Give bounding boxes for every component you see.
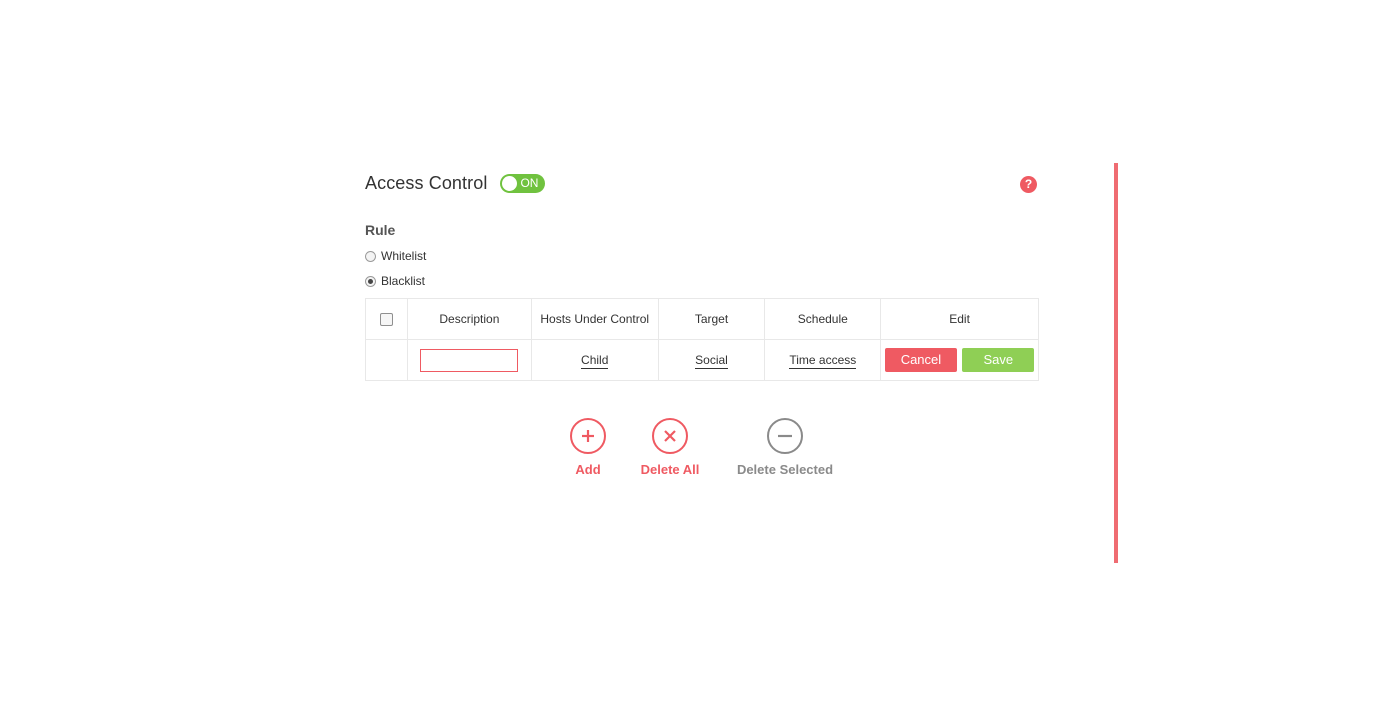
header: Access Control ON	[365, 171, 546, 195]
add-label: Add	[575, 462, 601, 477]
right-divider	[1114, 163, 1118, 563]
save-button[interactable]: Save	[962, 348, 1035, 372]
minus-icon	[767, 418, 803, 454]
delete-all-label: Delete All	[640, 462, 700, 477]
table-header-row: Description Hosts Under Control Target S…	[365, 298, 1039, 340]
hosts-link[interactable]: Child	[581, 353, 609, 369]
plus-icon	[570, 418, 606, 454]
cancel-button[interactable]: Cancel	[884, 348, 957, 372]
access-control-toggle[interactable]: ON	[500, 173, 546, 193]
column-header-description: Description	[406, 298, 532, 340]
rule-label: Rule	[365, 222, 396, 238]
radio-blacklist[interactable]: Blacklist	[365, 274, 425, 288]
table-actions: Add Delete All Delete Selected	[365, 418, 1039, 488]
toggle-knob	[502, 175, 518, 191]
add-button[interactable]: Add	[560, 418, 616, 477]
description-input[interactable]	[420, 348, 519, 372]
radio-label-whitelist: Whitelist	[381, 249, 427, 263]
select-all-cell	[365, 298, 408, 340]
delete-selected-button[interactable]: Delete Selected	[729, 418, 841, 477]
help-icon[interactable]: ?	[1020, 176, 1037, 193]
delete-all-button[interactable]: Delete All	[635, 418, 705, 477]
radio-button-blacklist[interactable]	[365, 275, 376, 287]
target-cell: Social	[657, 339, 766, 381]
row-select-cell	[365, 339, 408, 381]
rules-table: Description Hosts Under Control Target S…	[365, 298, 1039, 381]
radio-whitelist[interactable]: Whitelist	[365, 249, 426, 263]
delete-selected-label: Delete Selected	[736, 462, 834, 477]
page-title: Access Control	[365, 172, 488, 193]
description-cell	[406, 339, 532, 381]
radio-button-whitelist[interactable]	[365, 250, 376, 262]
schedule-link[interactable]: Time access	[789, 353, 857, 369]
schedule-cell: Time access	[764, 339, 882, 381]
radio-label-blacklist: Blacklist	[381, 274, 426, 288]
target-link[interactable]: Social	[695, 353, 728, 369]
column-header-target: Target	[657, 298, 766, 340]
page: Access Control ON ? Rule Whitelist Black…	[0, 0, 1383, 708]
toggle-label: ON	[520, 175, 539, 190]
column-header-hosts: Hosts Under Control	[530, 298, 659, 340]
table-row: Child Social Time access Cancel Save	[365, 339, 1039, 381]
column-header-edit: Edit	[880, 298, 1039, 340]
close-icon	[652, 418, 688, 454]
edit-cell: Cancel Save	[880, 339, 1039, 381]
column-header-schedule: Schedule	[764, 298, 882, 340]
hosts-cell: Child	[530, 339, 659, 381]
select-all-checkbox[interactable]	[379, 313, 393, 327]
